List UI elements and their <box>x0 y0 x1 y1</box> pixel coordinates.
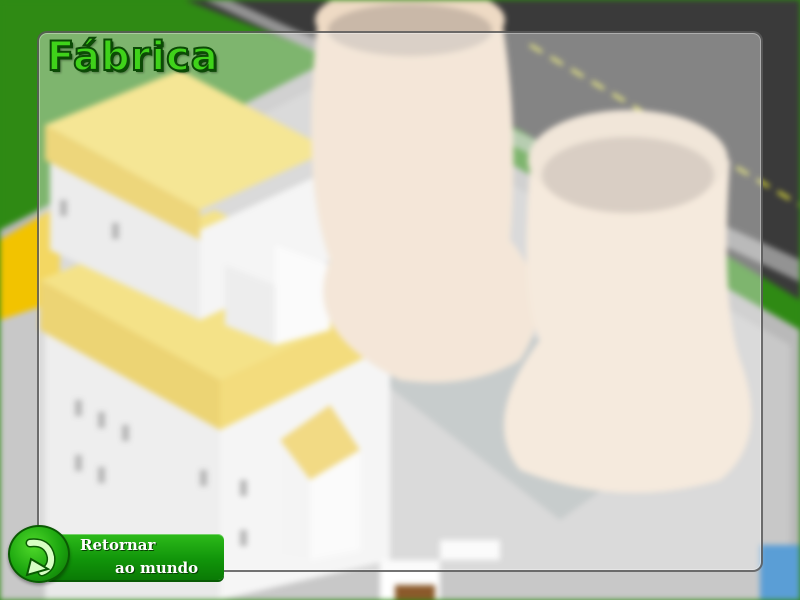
building-info-panel <box>37 31 763 572</box>
return-button-circle[interactable] <box>8 525 70 583</box>
return-to-world-button[interactable]: Retornar ao mundo <box>8 525 224 583</box>
return-arrow-icon <box>25 538 56 577</box>
return-button-label-line1: Retornar <box>80 536 156 554</box>
building-title: Fábrica <box>46 34 219 80</box>
return-button-label-line2: ao mundo <box>115 559 199 577</box>
